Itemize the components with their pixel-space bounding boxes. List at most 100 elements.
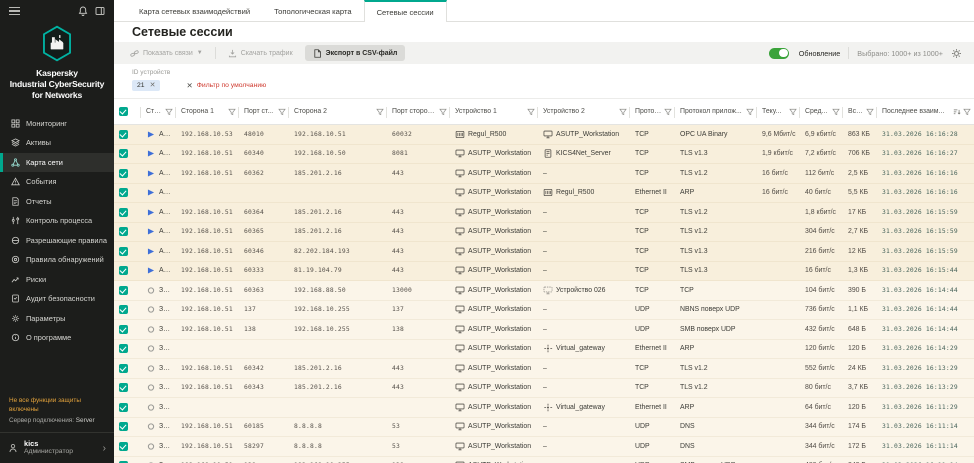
- column-header-last[interactable]: Последнее взаим...: [877, 99, 974, 124]
- cell-check[interactable]: [114, 145, 141, 164]
- column-header-side2[interactable]: Сторона 2: [289, 99, 387, 124]
- cell-check[interactable]: [114, 281, 141, 300]
- cell-check[interactable]: [114, 262, 141, 281]
- cell-check[interactable]: [114, 418, 141, 437]
- row-checkbox[interactable]: [119, 422, 128, 431]
- tab-interaction-map[interactable]: Карта сетевых взаимодействий: [127, 0, 262, 21]
- sidebar-item-reports[interactable]: Отчеты: [0, 192, 114, 212]
- cell-check[interactable]: [114, 437, 141, 456]
- row-checkbox[interactable]: [119, 208, 128, 217]
- sidebar-item-security-audit[interactable]: Аудит безопасности: [0, 289, 114, 309]
- sidebar-item-network-map[interactable]: Карта сети: [0, 153, 114, 173]
- row-checkbox[interactable]: [119, 130, 128, 139]
- device-id-filter-chip[interactable]: 21 ✕: [132, 80, 160, 91]
- cell-check[interactable]: [114, 125, 141, 144]
- row-checkbox[interactable]: [119, 325, 128, 334]
- funnel-icon[interactable]: [746, 108, 754, 116]
- cell-check[interactable]: [114, 301, 141, 320]
- header-select-all-cell[interactable]: [114, 99, 141, 124]
- table-row[interactable]: Активна192.168.10.516033381.19.104.79443…: [114, 262, 974, 282]
- column-header-port1[interactable]: Порт ст...: [239, 99, 289, 124]
- table-row[interactable]: Активна192.168.10.5348010192.168.10.5160…: [114, 125, 974, 145]
- row-checkbox[interactable]: [119, 403, 128, 412]
- row-checkbox[interactable]: [119, 247, 128, 256]
- funnel-icon[interactable]: [376, 108, 384, 116]
- funnel-icon[interactable]: [963, 108, 971, 116]
- table-row[interactable]: Заверш...ASUTP_WorkstationVirtual_gatewa…: [114, 340, 974, 360]
- cell-check[interactable]: [114, 164, 141, 183]
- table-row[interactable]: Заверш...192.168.10.51601858.8.8.853ASUT…: [114, 418, 974, 438]
- table-row[interactable]: Заверш...192.168.10.5160342185.201.2.164…: [114, 359, 974, 379]
- row-checkbox[interactable]: [119, 149, 128, 158]
- row-checkbox[interactable]: [119, 344, 128, 353]
- sidebar-item-risks[interactable]: Риски: [0, 270, 114, 290]
- table-row[interactable]: Заверш...192.168.10.5160363192.168.88.50…: [114, 281, 974, 301]
- column-header-appproto[interactable]: Протокол прилож...: [675, 99, 757, 124]
- table-row[interactable]: Активна192.168.10.516034682.202.184.1934…: [114, 242, 974, 262]
- column-header-status[interactable]: Статус: [141, 99, 176, 124]
- funnel-icon[interactable]: [789, 108, 797, 116]
- menu-icon[interactable]: [9, 5, 20, 17]
- table-row[interactable]: Заверш...192.168.10.51138192.168.10.2551…: [114, 457, 974, 463]
- funnel-icon[interactable]: [228, 108, 236, 116]
- row-checkbox[interactable]: [119, 169, 128, 178]
- cell-check[interactable]: [114, 340, 141, 359]
- sidebar-item-monitoring[interactable]: Мониторинг: [0, 114, 114, 134]
- sidebar-item-settings[interactable]: Параметры: [0, 309, 114, 329]
- row-checkbox[interactable]: [119, 305, 128, 314]
- row-checkbox[interactable]: [119, 286, 128, 295]
- cell-check[interactable]: [114, 359, 141, 378]
- column-header-cur[interactable]: Теку...: [757, 99, 800, 124]
- remove-chip-icon[interactable]: ✕: [150, 82, 156, 89]
- row-checkbox[interactable]: [119, 442, 128, 451]
- user-account[interactable]: kics Администратор ›: [0, 432, 114, 463]
- select-all-checkbox[interactable]: [119, 107, 128, 116]
- cell-check[interactable]: [114, 223, 141, 242]
- cell-check[interactable]: [114, 203, 141, 222]
- cell-check[interactable]: [114, 242, 141, 261]
- table-row[interactable]: Заверш...192.168.10.5160343185.201.2.164…: [114, 379, 974, 399]
- table-row[interactable]: Заверш...192.168.10.51138192.168.10.2551…: [114, 320, 974, 340]
- column-header-port2[interactable]: Порт сторон...: [387, 99, 450, 124]
- funnel-icon[interactable]: [664, 108, 672, 116]
- funnel-icon[interactable]: [527, 108, 535, 116]
- download-traffic-button[interactable]: Скачать трафик: [224, 47, 297, 60]
- cell-check[interactable]: [114, 184, 141, 203]
- table-row[interactable]: Заверш...192.168.10.51137192.168.10.2551…: [114, 301, 974, 321]
- sidebar-item-events[interactable]: События: [0, 172, 114, 192]
- table-row[interactable]: Активна192.168.10.5160365185.201.2.16443…: [114, 223, 974, 243]
- collapse-panel-icon[interactable]: [95, 6, 105, 16]
- table-row[interactable]: Активна192.168.10.5160364185.201.2.16443…: [114, 203, 974, 223]
- cell-check[interactable]: [114, 457, 141, 463]
- column-header-proto[interactable]: Протокол ...: [630, 99, 675, 124]
- table-settings-gear-icon[interactable]: [951, 48, 962, 59]
- sort-desc-icon[interactable]: [953, 108, 961, 116]
- show-links-button[interactable]: Показать связи ▼: [126, 47, 207, 60]
- column-header-side1[interactable]: Сторона 1: [176, 99, 239, 124]
- funnel-icon[interactable]: [165, 108, 173, 116]
- row-checkbox[interactable]: [119, 188, 128, 197]
- funnel-icon[interactable]: [439, 108, 447, 116]
- table-row[interactable]: Заверш...ASUTP_WorkstationVirtual_gatewa…: [114, 398, 974, 418]
- sidebar-item-detection-rules[interactable]: Правила обнаружений: [0, 250, 114, 270]
- table-row[interactable]: Активна192.168.10.5160362185.201.2.16443…: [114, 164, 974, 184]
- cell-check[interactable]: [114, 379, 141, 398]
- row-checkbox[interactable]: [119, 266, 128, 275]
- table-row[interactable]: Заверш...192.168.10.51582978.8.8.853ASUT…: [114, 437, 974, 457]
- column-header-total[interactable]: Всег...: [843, 99, 877, 124]
- table-row[interactable]: АктивнаASUTP_WorkstationRegul_R500Ethern…: [114, 184, 974, 204]
- sidebar-item-about[interactable]: О программе: [0, 328, 114, 348]
- column-header-dev2[interactable]: Устройство 2: [538, 99, 630, 124]
- cell-check[interactable]: [114, 398, 141, 417]
- refresh-toggle[interactable]: [769, 48, 789, 59]
- notifications-bell-icon[interactable]: [78, 6, 88, 16]
- column-header-dev1[interactable]: Устройство 1: [450, 99, 538, 124]
- export-csv-button[interactable]: Экспорт в CSV-файл: [305, 45, 406, 61]
- tab-topology-map[interactable]: Топологическая карта: [262, 0, 363, 21]
- row-checkbox[interactable]: [119, 383, 128, 392]
- reset-to-default-filter[interactable]: ✕ Фильтр по умолчанию: [186, 81, 266, 90]
- table-row[interactable]: Активна192.168.10.5160340192.168.10.5080…: [114, 145, 974, 165]
- sidebar-item-assets[interactable]: Активы: [0, 133, 114, 153]
- funnel-icon[interactable]: [832, 108, 840, 116]
- funnel-icon[interactable]: [619, 108, 627, 116]
